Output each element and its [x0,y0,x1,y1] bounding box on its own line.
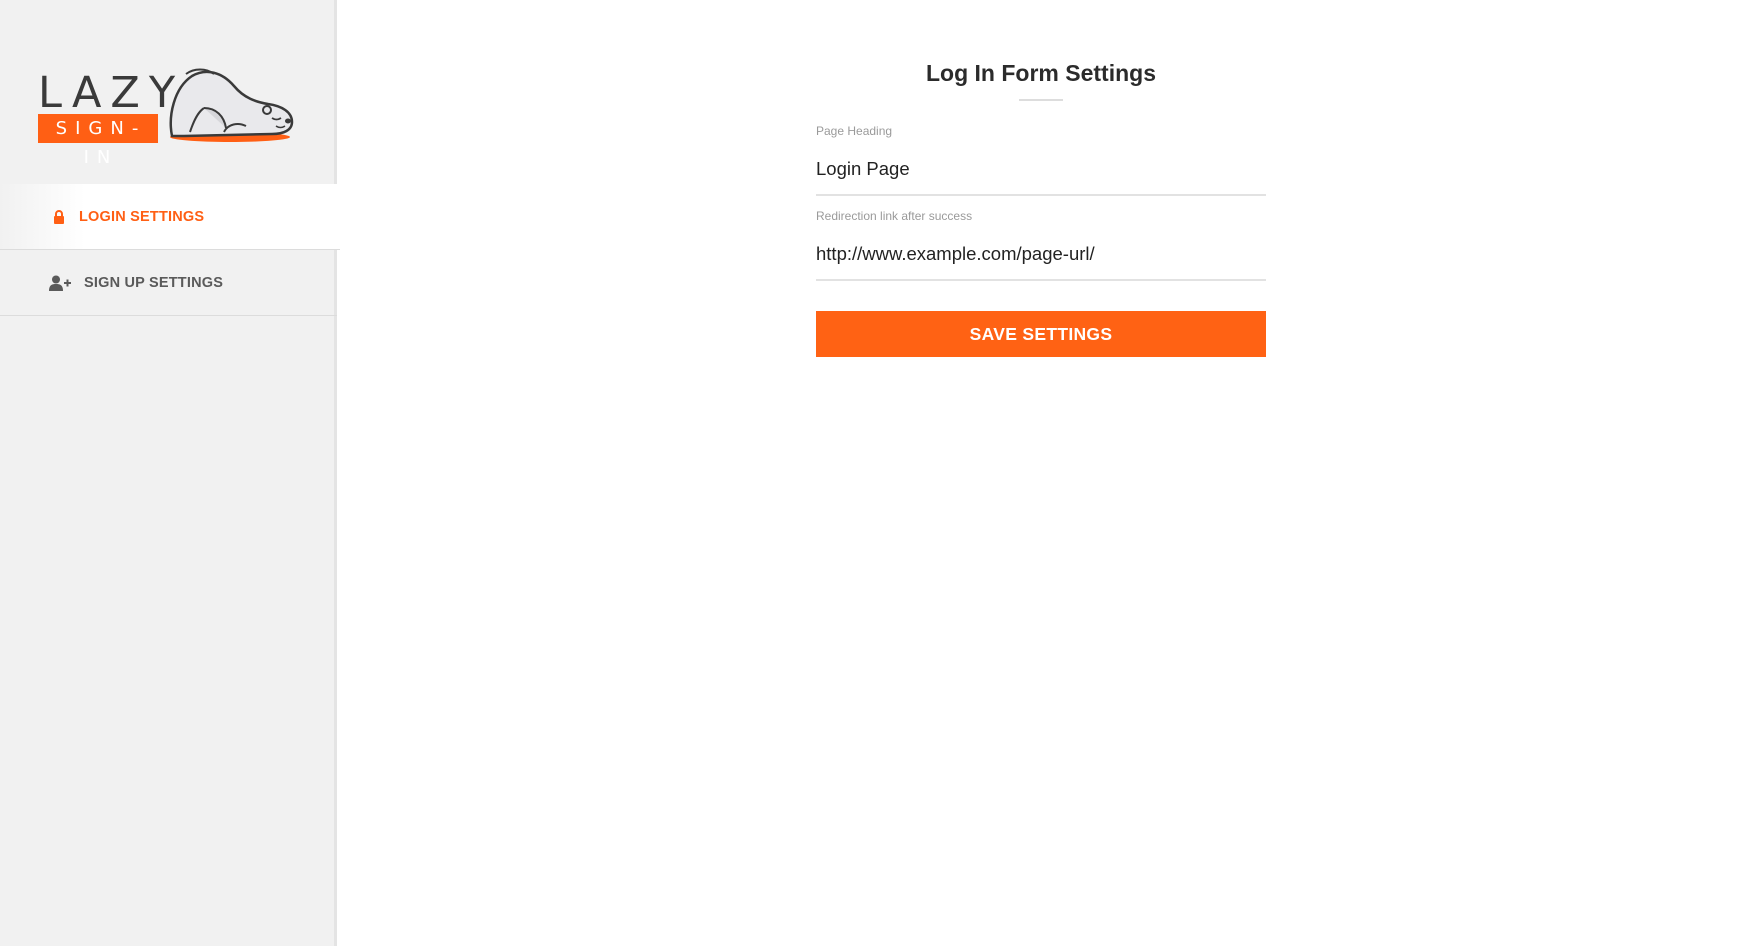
sidebar-item-login-settings[interactable]: LOGIN SETTINGS [0,184,340,250]
logo-wordmark: LAZY [38,68,185,118]
sidebar-nav: LOGIN SETTINGS SIGN UP SETTINGS [0,184,340,316]
app-root: LAZY SIGN-IN LOGIN SETTINGS SIGN UP SETT… [0,0,1742,946]
title-divider [1019,99,1063,101]
redirection-link-label: Redirection link after success [816,209,973,223]
sidebar-item-label: LOGIN SETTINGS [79,208,205,225]
page-heading-field: Page Heading [816,123,1266,196]
lock-icon [48,208,70,226]
page-title: Log In Form Settings [926,60,1156,86]
save-settings-button[interactable]: SAVE SETTINGS [816,311,1266,357]
brand-logo: LAZY SIGN-IN [36,66,306,168]
redirection-link-field: Redirection link after success [816,208,1266,281]
user-plus-icon [48,274,72,292]
main-content: Log In Form Settings Page Heading Redire… [340,0,1742,946]
page-heading-input[interactable] [816,145,1266,196]
page-heading-label: Page Heading [816,124,893,138]
login-form-settings: Log In Form Settings Page Heading Redire… [816,56,1266,357]
logo-subtitle: SIGN-IN [38,114,158,168]
sidebar: LAZY SIGN-IN LOGIN SETTINGS SIGN UP SETT… [0,0,340,946]
sidebar-item-signup-settings[interactable]: SIGN UP SETTINGS [0,250,337,316]
redirection-link-input[interactable] [816,230,1266,281]
polar-bear-icon [169,68,294,142]
sidebar-item-label: SIGN UP SETTINGS [84,274,224,291]
